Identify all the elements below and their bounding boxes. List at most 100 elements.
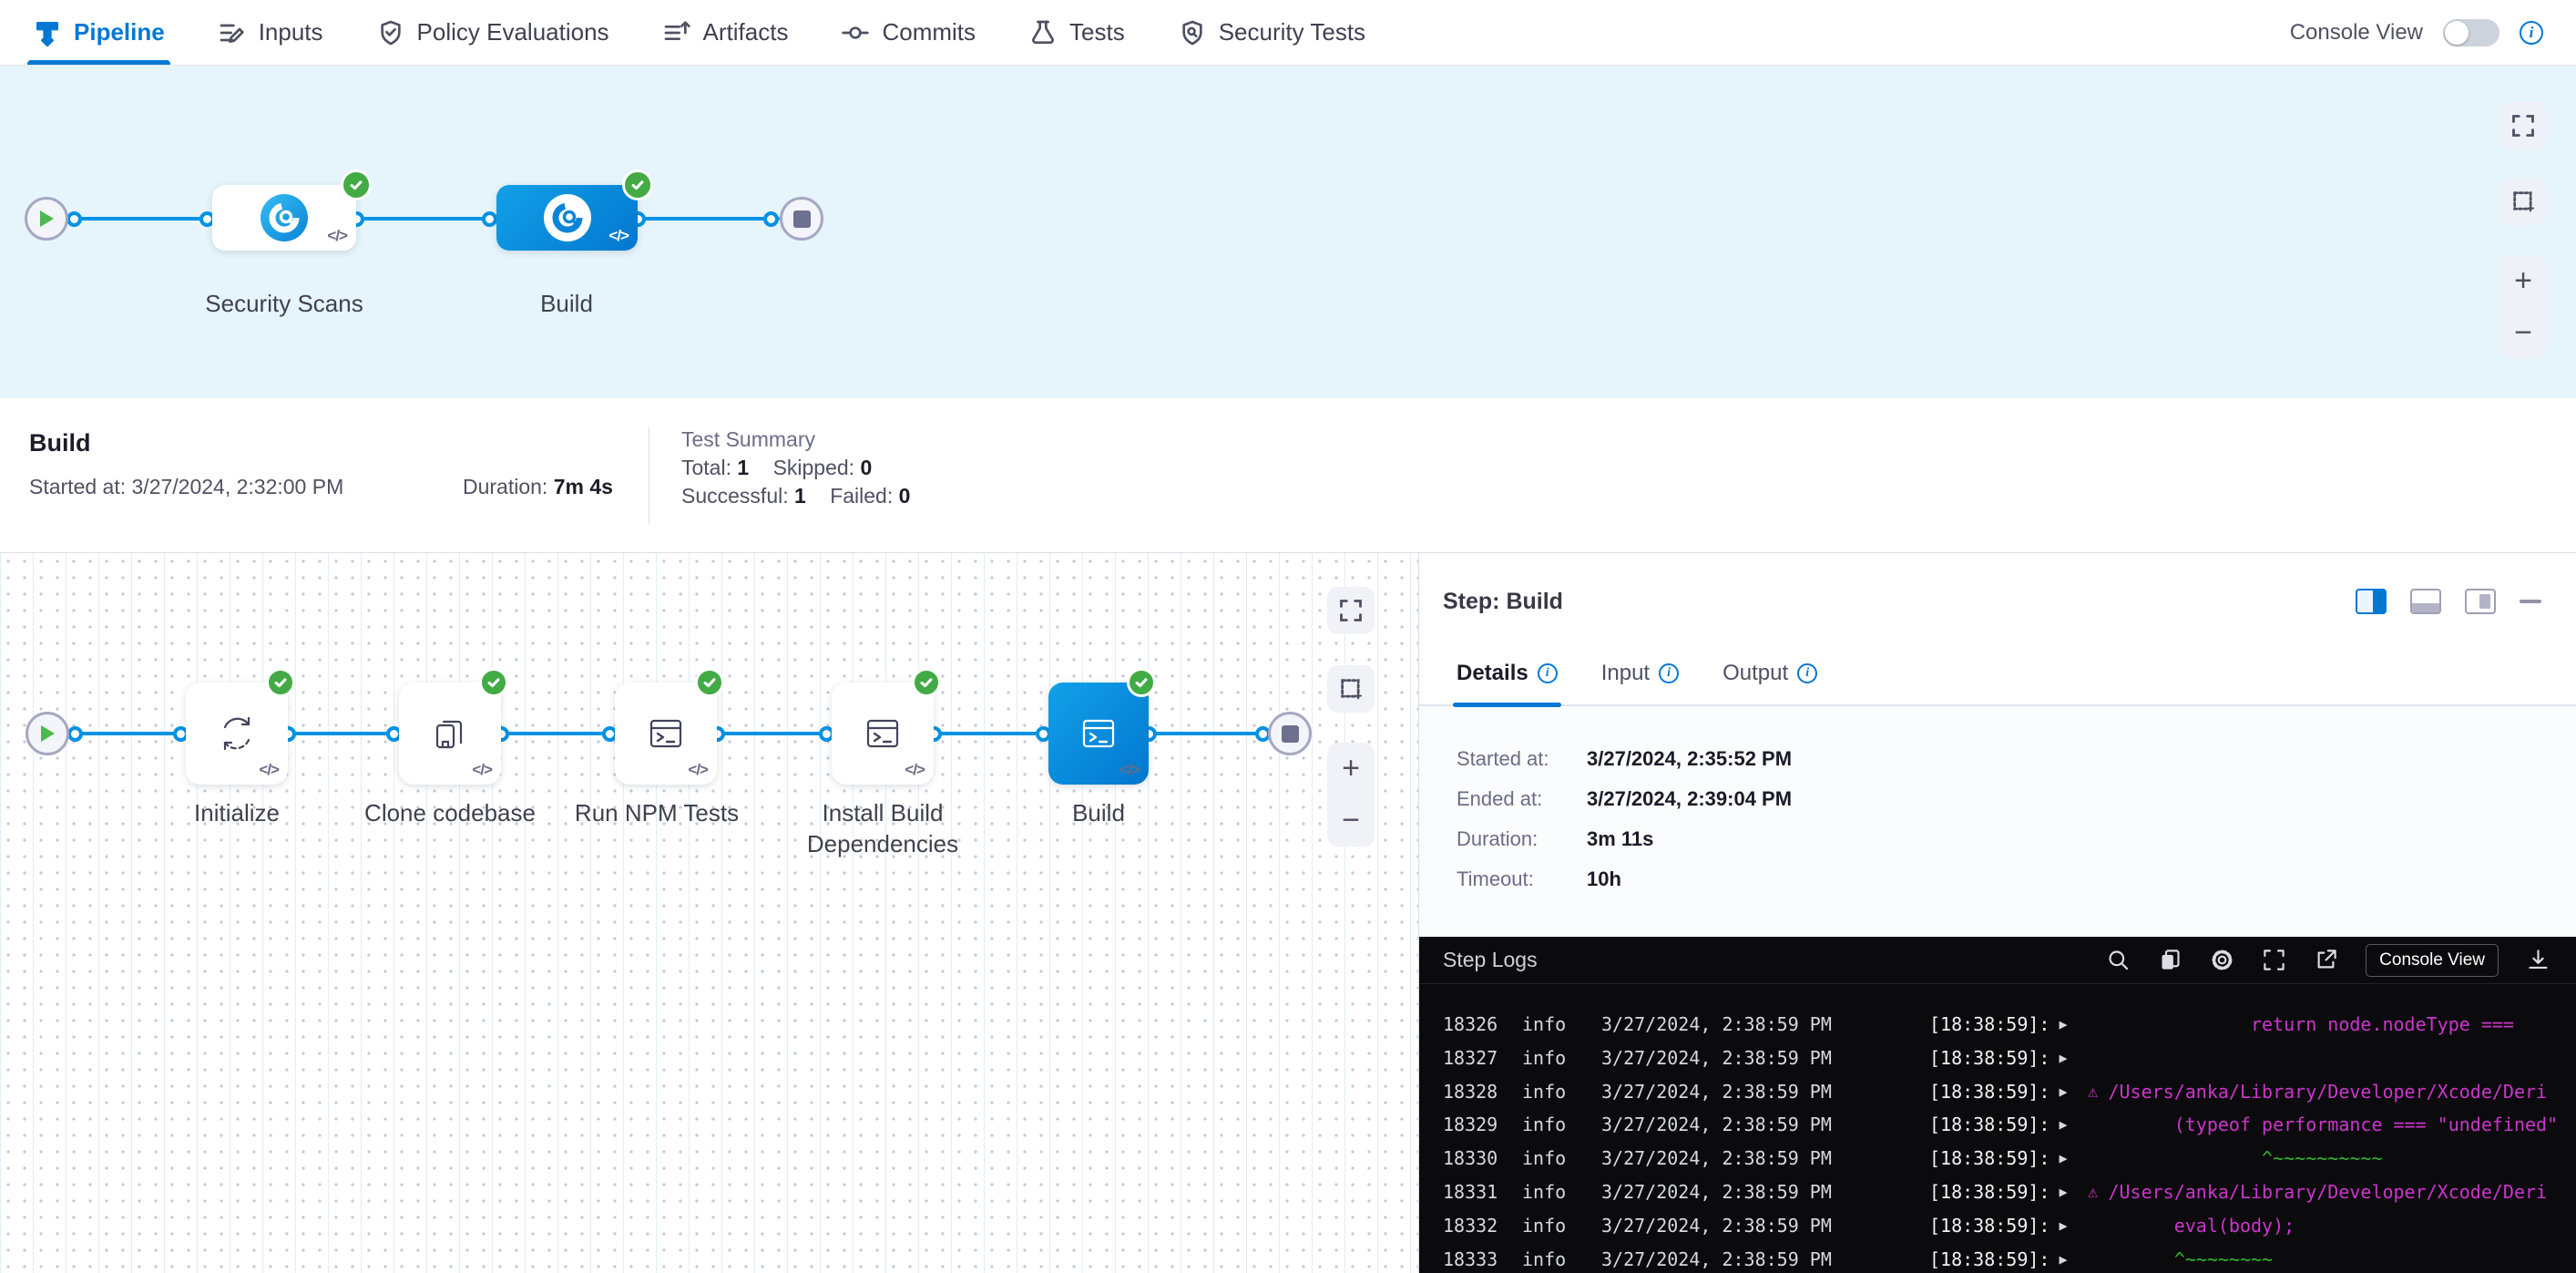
step-label: Initialize <box>194 797 280 828</box>
nav-right-controls: Console View i <box>2290 19 2543 46</box>
tab-security-tests[interactable]: Security Tests <box>1178 0 1365 65</box>
open-in-new-icon[interactable] <box>2314 948 2338 972</box>
edge <box>69 732 186 735</box>
build-stage-icon <box>544 194 591 241</box>
stage-graph-canvas[interactable]: </> </> Security Scans Build + − <box>0 66 2576 398</box>
canvas-select-button[interactable] <box>1327 665 1375 713</box>
copy-icon[interactable] <box>2158 948 2182 972</box>
console-view-button[interactable]: Console View <box>2366 944 2499 977</box>
log-line[interactable]: 18330info3/27/2024, 2:38:59 PM[18:38:59]… <box>1419 1142 2576 1175</box>
zoom-in-button[interactable]: + <box>2499 255 2547 307</box>
expand-caret-icon[interactable]: ▶ <box>2059 1008 2077 1042</box>
log-level: info <box>1522 1209 1566 1243</box>
expand-caret-icon[interactable]: ▶ <box>2059 1243 2077 1273</box>
log-line[interactable]: 18333info3/27/2024, 2:38:59 PM[18:38:59]… <box>1419 1243 2576 1273</box>
console-view-toggle[interactable] <box>2443 19 2499 46</box>
stage-node-build[interactable]: </> <box>496 185 638 251</box>
minimize-panel-button[interactable] <box>2520 600 2541 603</box>
tab-inputs[interactable]: Inputs <box>218 0 323 65</box>
execution-end-node[interactable] <box>1268 712 1312 755</box>
tab-artifacts[interactable]: Artifacts <box>662 0 789 65</box>
stage-label: Build <box>540 288 593 319</box>
download-icon[interactable] <box>2526 948 2550 972</box>
zoom-out-button[interactable]: − <box>2499 307 2547 359</box>
expand-caret-icon[interactable]: ▶ <box>2059 1209 2077 1243</box>
log-date: 3/27/2024, 2:38:59 PM <box>1601 1209 1832 1243</box>
pipeline-execution-page: Pipeline Inputs Policy Evaluations Artif… <box>0 0 2576 1273</box>
step-node-install-build-dependencies[interactable]: </> <box>832 683 934 785</box>
layout-right-panel-button[interactable] <box>2356 589 2387 614</box>
info-icon[interactable]: i <box>2520 21 2543 45</box>
info-icon[interactable]: i <box>1659 663 1679 683</box>
canvas-fullscreen-button[interactable] <box>2499 102 2547 149</box>
stage-node-security-scans[interactable]: </> <box>212 185 356 251</box>
tab-details[interactable]: Details i <box>1457 661 1558 704</box>
build-summary-bar: Build Started at: 3/27/2024, 2:32:00 PM … <box>0 398 2576 553</box>
log-line-number: 18333 <box>1443 1243 1501 1273</box>
terminal-icon <box>1074 709 1123 758</box>
tab-output[interactable]: Output i <box>1722 661 1817 704</box>
stage-started-at: Started at: 3/27/2024, 2:32:00 PM <box>29 475 343 499</box>
step-panel-header: Step: Build <box>1419 553 2576 641</box>
success-badge <box>622 169 653 200</box>
terminal-icon <box>641 709 690 758</box>
tab-pipeline[interactable]: Pipeline <box>33 0 165 65</box>
tab-label: Security Tests <box>1219 18 1365 46</box>
success-badge <box>266 668 295 697</box>
settings-gear-icon[interactable] <box>2210 948 2234 972</box>
canvas-fullscreen-button[interactable] <box>1327 587 1375 634</box>
step-label: Clone codebase <box>364 797 536 828</box>
pipeline-start-node[interactable] <box>25 197 68 241</box>
step-node-clone-codebase[interactable]: </> <box>399 683 501 785</box>
layout-floating-panel-button[interactable] <box>2465 589 2496 614</box>
code-icon: </> <box>688 761 708 779</box>
step-graph-canvas[interactable]: </> </> </> <box>0 553 1418 1273</box>
expand-caret-icon[interactable]: ▶ <box>2059 1075 2077 1109</box>
log-line[interactable]: 18329info3/27/2024, 2:38:59 PM[18:38:59]… <box>1419 1108 2576 1142</box>
expand-caret-icon[interactable]: ▶ <box>2059 1175 2077 1209</box>
log-level: info <box>1522 1008 1566 1042</box>
log-level: info <box>1522 1042 1566 1075</box>
zoom-in-button[interactable]: + <box>1327 743 1375 795</box>
step-node-build[interactable]: </> <box>1048 683 1149 785</box>
log-line[interactable]: 18328info3/27/2024, 2:38:59 PM[18:38:59]… <box>1419 1075 2576 1109</box>
info-icon[interactable]: i <box>1538 663 1558 683</box>
zoom-out-button[interactable]: − <box>1327 795 1375 847</box>
total-label: Total: <box>681 456 731 479</box>
step-node-initialize[interactable]: </> <box>186 683 288 785</box>
canvas-select-button[interactable] <box>2499 178 2547 225</box>
tab-tests[interactable]: Tests <box>1028 0 1125 65</box>
log-time: [18:38:59]: <box>1929 1108 2050 1142</box>
fullscreen-icon[interactable] <box>2262 948 2286 972</box>
total-value: 1 <box>737 456 749 479</box>
artifacts-icon <box>662 18 691 47</box>
pipeline-end-node[interactable] <box>780 197 823 241</box>
search-icon[interactable] <box>2106 948 2131 972</box>
tab-label: Output <box>1722 661 1788 686</box>
layout-bottom-panel-button[interactable] <box>2410 589 2441 614</box>
expand-caret-icon[interactable]: ▶ <box>2059 1108 2077 1142</box>
step-node-run-npm-tests[interactable]: </> <box>615 683 717 785</box>
tab-policy-evaluations[interactable]: Policy Evaluations <box>376 0 609 65</box>
successful-value: 1 <box>794 484 806 508</box>
step-logs-body[interactable]: 18326info3/27/2024, 2:38:59 PM[18:38:59]… <box>1419 984 2576 1273</box>
code-icon: </> <box>608 227 629 245</box>
info-icon[interactable]: i <box>1797 663 1817 683</box>
expand-caret-icon[interactable]: ▶ <box>2059 1042 2077 1075</box>
log-line[interactable]: 18326info3/27/2024, 2:38:59 PM[18:38:59]… <box>1419 1008 2576 1042</box>
log-line-number: 18331 <box>1443 1175 1501 1209</box>
tab-commits[interactable]: Commits <box>841 0 976 65</box>
log-date: 3/27/2024, 2:38:59 PM <box>1601 1108 1832 1142</box>
execution-start-node[interactable] <box>26 712 69 755</box>
log-line[interactable]: 18332info3/27/2024, 2:38:59 PM[18:38:59]… <box>1419 1209 2576 1243</box>
log-message: /Users/anka/Library/Developer/Xcode/Deri <box>2108 1075 2547 1109</box>
log-line[interactable]: 18331info3/27/2024, 2:38:59 PM[18:38:59]… <box>1419 1175 2576 1209</box>
step-logs-actions: Console View <box>2106 944 2550 977</box>
tab-label: Tests <box>1069 18 1125 46</box>
tab-input[interactable]: Input i <box>1601 661 1679 704</box>
expand-caret-icon[interactable]: ▶ <box>2059 1142 2077 1175</box>
edge <box>356 217 496 221</box>
failed-value: 0 <box>899 484 911 508</box>
log-line[interactable]: 18327info3/27/2024, 2:38:59 PM[18:38:59]… <box>1419 1042 2576 1075</box>
layout-floating-icon <box>2479 594 2490 609</box>
